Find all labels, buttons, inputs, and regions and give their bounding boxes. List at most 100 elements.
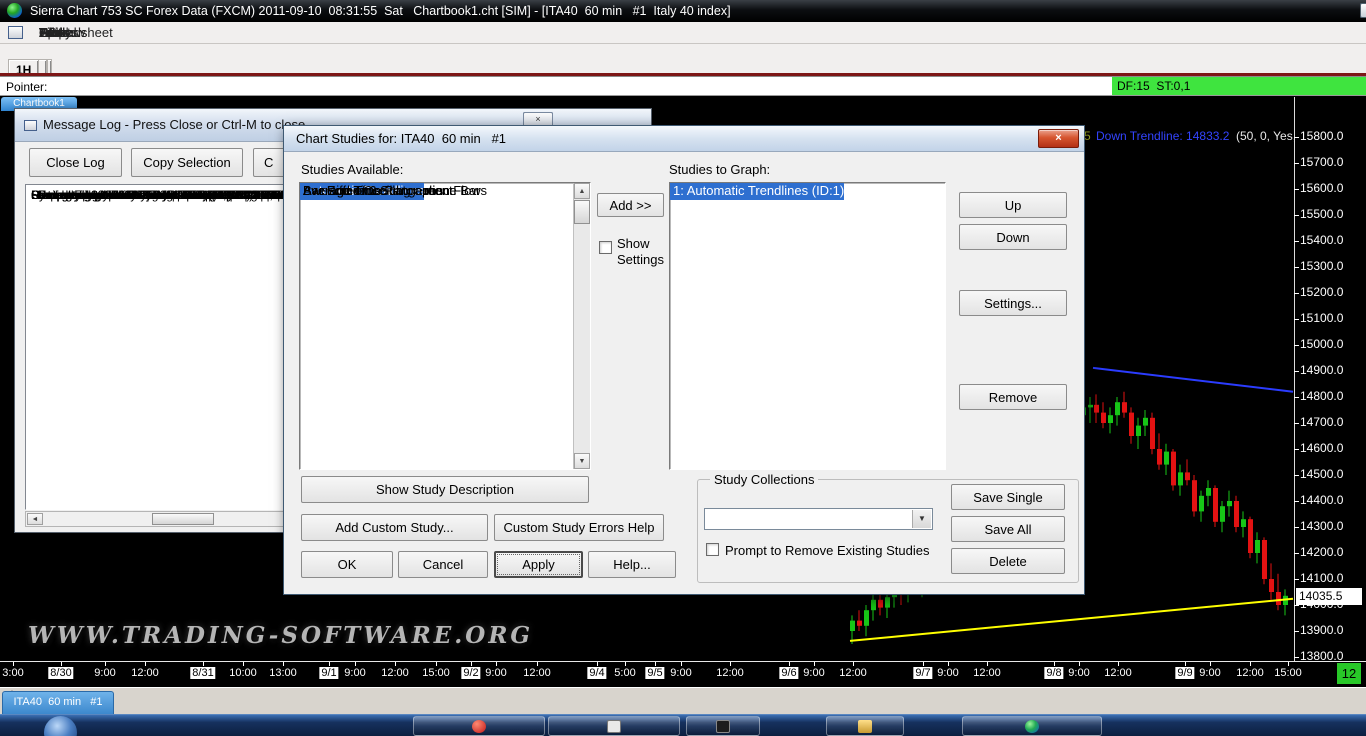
studies-list-scrollbar[interactable]: ▲ ▼ xyxy=(573,183,590,469)
show-settings-checkbox[interactable] xyxy=(599,241,612,254)
delete-button[interactable]: Delete xyxy=(951,548,1065,574)
price-label: 15200.0 xyxy=(1300,285,1343,299)
add-study-button[interactable]: Add >> xyxy=(597,193,664,217)
price-tick-mark xyxy=(1294,501,1299,502)
ok-button[interactable]: OK xyxy=(301,551,393,578)
time-tick-label: 13:00 xyxy=(269,667,297,679)
price-label: 15800.0 xyxy=(1300,129,1343,143)
time-tick-mark xyxy=(61,662,62,666)
study-collections-dropdown[interactable]: ▼ xyxy=(704,508,933,530)
menu-item-help[interactable]: Help xyxy=(30,22,75,43)
time-tick-mark xyxy=(1054,662,1055,666)
taskbar-button-5[interactable] xyxy=(962,716,1102,736)
move-down-button[interactable]: Down xyxy=(959,224,1067,250)
dropdown-arrow-icon[interactable]: ▼ xyxy=(912,510,931,528)
copy-selection-button[interactable]: Copy Selection xyxy=(131,148,243,177)
time-tick-label: 5:00 xyxy=(614,667,635,679)
show-study-description-button[interactable]: Show Study Description xyxy=(301,476,589,503)
price-tick-mark xyxy=(1294,371,1299,372)
close-log-button[interactable]: Close Log xyxy=(29,148,122,177)
price-label: 15700.0 xyxy=(1300,155,1343,169)
close-button[interactable]: × xyxy=(1360,3,1366,18)
time-tick-mark xyxy=(597,662,598,666)
cancel-button[interactable]: Cancel xyxy=(398,551,488,578)
chart-tab-ita40[interactable]: ITA40 60 min #1 xyxy=(2,691,114,714)
save-all-button[interactable]: Save All xyxy=(951,516,1065,542)
scroll-left-arrow-icon[interactable]: ◄ xyxy=(27,513,43,525)
studies-to-graph-list[interactable]: 1: Automatic Trendlines (ID:1) xyxy=(669,182,946,470)
taskbar-button-1[interactable] xyxy=(413,716,545,736)
time-tick-mark xyxy=(145,662,146,666)
save-single-button[interactable]: Save Single xyxy=(951,484,1065,510)
time-tick-label: 9:00 xyxy=(344,667,365,679)
time-tick-mark xyxy=(203,662,204,666)
time-tick-mark xyxy=(1118,662,1119,666)
price-label: 14600.0 xyxy=(1300,441,1343,455)
settings-button[interactable]: Settings... xyxy=(959,290,1067,316)
time-tick-mark xyxy=(987,662,988,666)
time-tick-mark xyxy=(789,662,790,666)
time-tick-mark xyxy=(923,662,924,666)
price-tick-mark xyxy=(1294,137,1299,138)
price-label: 14200.0 xyxy=(1300,545,1343,559)
window-title-bar: Sierra Chart 753 SC Forex Data (FXCM) 20… xyxy=(0,0,1366,22)
time-tick-mark xyxy=(395,662,396,666)
time-tick-label: 12:00 xyxy=(381,667,409,679)
time-tick-label: 9/7 xyxy=(913,667,932,679)
time-tick-label: 9/8 xyxy=(1044,667,1063,679)
time-tick-mark xyxy=(1250,662,1251,666)
price-tick-mark xyxy=(1294,553,1299,554)
time-tick-label: 12:00 xyxy=(131,667,159,679)
countdown-badge: 12 xyxy=(1337,663,1361,684)
custom-study-errors-help-button[interactable]: Custom Study Errors Help xyxy=(494,514,664,541)
time-tick-mark xyxy=(283,662,284,666)
time-tick-label: 8/31 xyxy=(190,667,215,679)
price-tick-mark xyxy=(1294,267,1299,268)
time-tick-mark xyxy=(243,662,244,666)
scroll-down-arrow-icon[interactable]: ▼ xyxy=(574,453,590,469)
price-label: 15400.0 xyxy=(1300,233,1343,247)
red-app-icon xyxy=(472,720,486,733)
trendline-params: (50, 0, Yes, Ye xyxy=(1236,129,1294,143)
scroll-up-arrow-icon[interactable]: ▲ xyxy=(574,183,590,199)
apply-button[interactable]: Apply xyxy=(494,551,583,578)
scrollbar-thumb[interactable] xyxy=(574,200,590,224)
time-tick-label: 12:00 xyxy=(716,667,744,679)
dialog-title-bar[interactable]: Chart Studies for: ITA40 60 min #1 xyxy=(284,126,1084,152)
child-window-icon xyxy=(8,26,23,39)
move-up-button[interactable]: Up xyxy=(959,192,1067,218)
price-tick-mark xyxy=(1294,527,1299,528)
scrollbar-thumb[interactable] xyxy=(152,513,214,525)
study-list-item[interactable]: Bar End Time xyxy=(300,183,382,200)
graph-list-item[interactable]: 1: Automatic Trendlines (ID:1) xyxy=(670,183,844,200)
time-tick-label: 9/1 xyxy=(319,667,338,679)
studies-available-label: Studies Available: xyxy=(301,162,403,177)
time-tick-label: 9:00 xyxy=(803,667,824,679)
watermark: WWW.TRADING-SOFTWARE.ORG xyxy=(28,622,533,649)
price-label: 14700.0 xyxy=(1300,415,1343,429)
price-tick-mark xyxy=(1294,189,1299,190)
taskbar-button-3[interactable] xyxy=(686,716,760,736)
studies-available-list[interactable]: 1/pAC/DC HistogramAccumulation/Distribut… xyxy=(299,182,591,470)
current-price-box: 14035.5 xyxy=(1296,588,1362,605)
add-custom-study-button[interactable]: Add Custom Study... xyxy=(301,514,488,541)
prompt-remove-label: Prompt to Remove Existing Studies xyxy=(725,543,929,558)
prompt-remove-checkbox[interactable] xyxy=(706,543,719,556)
dialog-close-button[interactable]: × xyxy=(1038,129,1079,148)
time-tick-label: 9:00 xyxy=(485,667,506,679)
show-settings-label: Show Settings xyxy=(617,236,675,268)
toolbar: FSHCICOCSVCCDTSConDisCS<><<>>> <>><<SWPT… xyxy=(0,44,1366,73)
help-button[interactable]: Help... xyxy=(588,551,676,578)
time-tick-label: 9/2 xyxy=(461,667,480,679)
price-label: 13900.0 xyxy=(1300,623,1343,637)
taskbar-button-2[interactable] xyxy=(548,716,680,736)
time-tick-mark xyxy=(537,662,538,666)
remove-button[interactable]: Remove xyxy=(959,384,1067,410)
time-tick-mark xyxy=(105,662,106,666)
taskbar-button-4[interactable] xyxy=(826,716,904,736)
time-tick-label: 12:00 xyxy=(1236,667,1264,679)
price-tick-mark xyxy=(1294,605,1299,606)
chart-studies-dialog: Chart Studies for: ITA40 60 min #1 × Stu… xyxy=(283,125,1085,595)
folder-app-icon xyxy=(858,720,872,733)
time-tick-mark xyxy=(436,662,437,666)
